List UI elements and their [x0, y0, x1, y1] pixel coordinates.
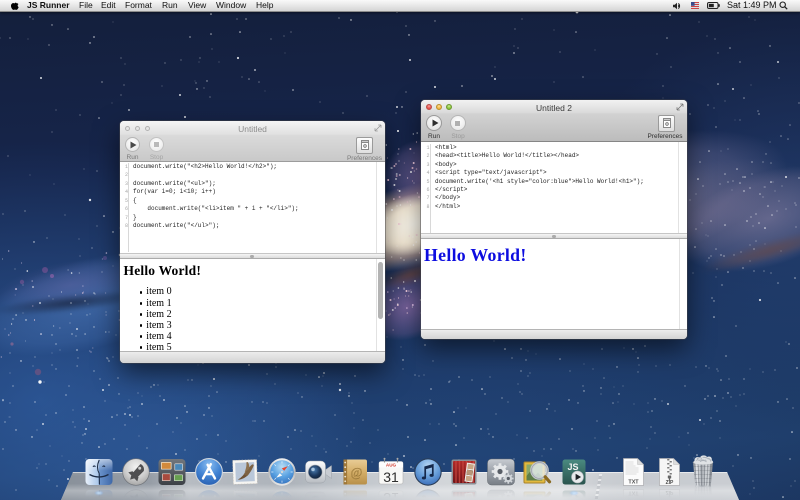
svg-text:ZIP: ZIP	[665, 480, 673, 486]
svg-text:TXT: TXT	[628, 480, 639, 486]
svg-text:@: @	[350, 465, 362, 480]
svg-text:JS: JS	[567, 462, 578, 472]
svg-text:31: 31	[383, 469, 399, 485]
svg-text:AUG: AUG	[386, 462, 397, 467]
